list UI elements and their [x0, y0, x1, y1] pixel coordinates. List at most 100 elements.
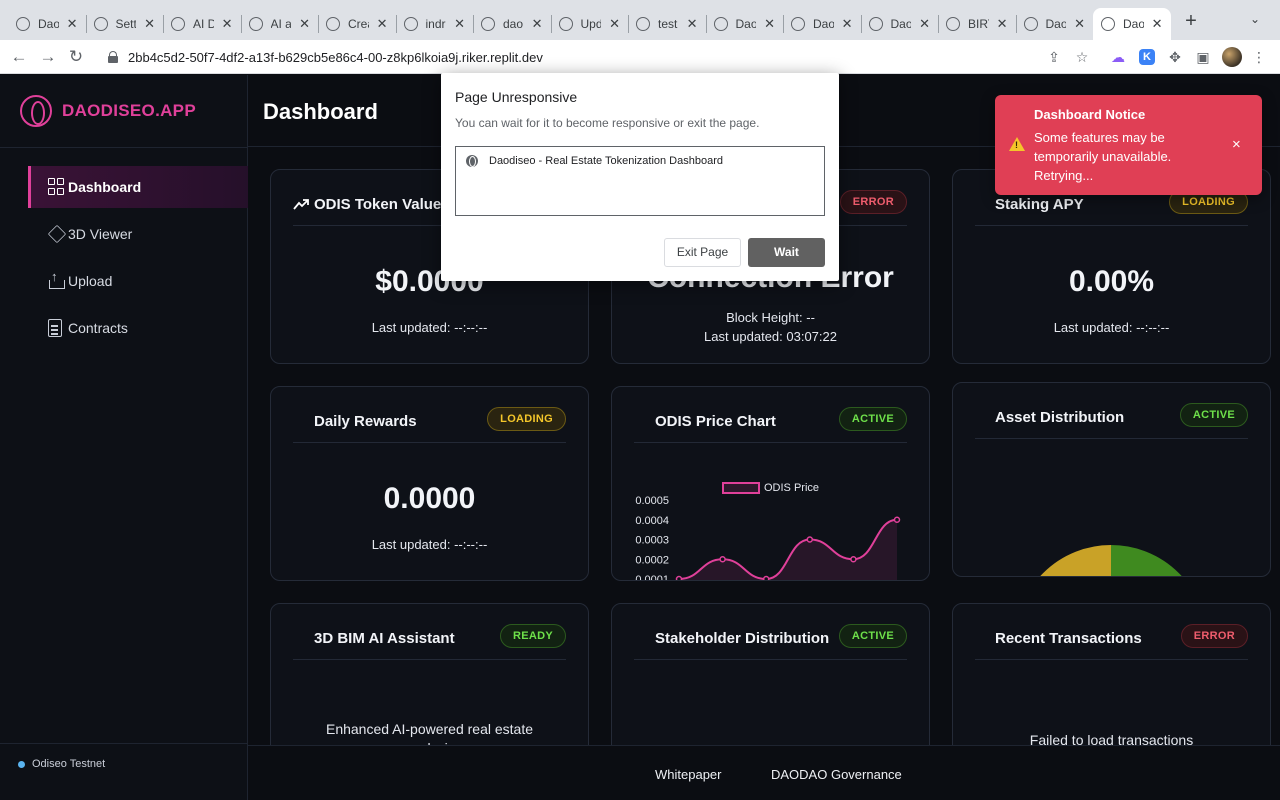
browser-tab[interactable]: dao ✕ [473, 8, 551, 40]
close-tab-icon[interactable]: ✕ [299, 16, 310, 32]
tab-title: Dao [1123, 17, 1144, 31]
warning-icon: ! [1009, 137, 1025, 151]
tab-separator [628, 15, 629, 33]
close-tab-icon[interactable]: ✕ [532, 16, 543, 32]
browser-tab[interactable]: Dao ✕ [706, 8, 784, 40]
browser-tab[interactable]: Upd ✕ [551, 8, 629, 40]
share-icon[interactable]: ⇪ [1045, 48, 1063, 66]
globe-icon [791, 17, 805, 31]
whitepaper-link[interactable]: Whitepaper [655, 767, 721, 782]
browser-tab[interactable]: Dao ✕ [783, 8, 861, 40]
tab-search-icon[interactable]: ⌄ [1250, 12, 1260, 26]
tab-title: Dao [890, 17, 912, 31]
close-icon[interactable]: × [1232, 136, 1241, 153]
governance-link[interactable]: DAODAO Governance [771, 767, 902, 782]
back-icon[interactable]: ← [8, 46, 30, 68]
data-point[interactable] [893, 516, 901, 523]
close-tab-icon[interactable]: ✕ [764, 16, 775, 32]
tab-title: Dao [38, 17, 59, 31]
close-tab-icon[interactable]: ✕ [454, 16, 465, 32]
exit-page-button[interactable]: Exit Page [664, 238, 741, 267]
forward-icon[interactable]: → [37, 46, 59, 68]
close-tab-icon[interactable]: ✕ [687, 16, 698, 32]
reload-icon[interactable]: ↻ [65, 46, 87, 68]
close-tab-icon[interactable]: ✕ [1074, 16, 1085, 32]
brand-name: DAODISEO.APP [62, 101, 196, 120]
browser-tab[interactable]: Crea ✕ [318, 8, 396, 40]
close-tab-icon[interactable]: ✕ [919, 16, 930, 32]
close-tab-icon[interactable]: ✕ [842, 16, 853, 32]
close-tab-icon[interactable]: ✕ [1152, 16, 1163, 32]
replit-icon [326, 17, 340, 31]
browser-tab[interactable]: Dao ✕ [1016, 8, 1094, 40]
dialog-message: You can wait for it to become responsive… [455, 116, 760, 130]
globe-icon [1023, 17, 1038, 31]
browser-tab[interactable]: Dao ✕ [1093, 8, 1171, 40]
github-icon [403, 17, 418, 31]
data-point[interactable] [806, 536, 814, 543]
address-bar: ← → ↻ 2bb4c5d2-50f7-4df2-a13f-b629cb5e86… [0, 40, 1280, 74]
close-tab-icon[interactable]: ✕ [609, 16, 620, 32]
browser-tab[interactable]: indr ✕ [396, 8, 474, 40]
data-point[interactable] [850, 556, 857, 563]
tab-separator [550, 15, 552, 33]
y-tick-label: 0.0001 [635, 574, 669, 581]
extension-cloud-icon[interactable]: ☁ [1109, 48, 1127, 66]
donut-slice[interactable] [1039, 545, 1112, 577]
tab-title: Upd [580, 17, 602, 31]
bookmark-star-icon[interactable]: ☆ [1073, 48, 1091, 66]
close-tab-icon[interactable]: ✕ [67, 16, 78, 32]
page-title: Dashboard [263, 99, 378, 124]
tab-title: test [658, 17, 678, 31]
dashboard-notice-toast: ! Dashboard Notice Some features may be … [995, 95, 1262, 195]
menu-kebab-icon[interactable]: ⋮ [1250, 48, 1268, 66]
browser-tab[interactable]: Dao ✕ [861, 8, 939, 40]
sidebar-item-contracts[interactable]: Contracts [28, 307, 248, 349]
close-tab-icon[interactable]: ✕ [377, 16, 388, 32]
tab-title: Setti [115, 17, 137, 31]
browser-tab[interactable]: AI D ✕ [163, 8, 241, 40]
extensions-puzzle-icon[interactable]: ✥ [1166, 48, 1184, 66]
profile-avatar[interactable] [1222, 47, 1242, 67]
side-panel-icon[interactable]: ▣ [1194, 48, 1212, 66]
sidebar-item-label: Contracts [68, 320, 128, 336]
browser-tab[interactable]: test ✕ [628, 8, 706, 40]
toast-message: Some features may be temporarily unavail… [1034, 130, 1172, 183]
data-point[interactable] [675, 575, 683, 582]
last-updated: Last updated: 03:07:22 [703, 329, 837, 344]
tab-separator [783, 15, 784, 33]
page-name: Daodiseo - Real Estate Tokenization Dash… [489, 155, 723, 167]
close-tab-icon[interactable]: ✕ [222, 16, 233, 32]
wait-button[interactable]: Wait [748, 238, 825, 267]
card-title: ODIS Token Value [314, 196, 442, 213]
sidebar-item-label: Dashboard [68, 179, 142, 195]
tab-title: AI D [193, 17, 214, 31]
donut-slice[interactable] [1110, 545, 1183, 577]
close-tab-icon[interactable]: ✕ [144, 16, 155, 32]
tab-separator [240, 15, 242, 33]
browser-tab[interactable]: BIRT ✕ [938, 8, 1016, 40]
browser-tab[interactable]: Dao ✕ [8, 8, 86, 40]
sidebar-item-dashboard[interactable]: Dashboard [28, 166, 248, 208]
extension-k-icon[interactable]: K [1139, 49, 1155, 65]
gear-icon [93, 17, 108, 31]
sidebar: DAODISEO.APP Dashboard 3D Viewer Upload … [0, 75, 248, 800]
card-title: Staking APY [995, 196, 1084, 213]
card-staking-apy: Staking APY LOADING 0.00% Last updated: … [952, 169, 1271, 364]
globe-icon [16, 17, 30, 31]
block-height: Block Height: -- [726, 310, 815, 325]
browser-tab[interactable]: AI ag ✕ [241, 8, 319, 40]
staking-apy-value: 0.00% [1068, 265, 1155, 298]
tab-separator [163, 15, 164, 33]
data-point[interactable] [719, 556, 726, 563]
url-bar[interactable]: 2bb4c5d2-50f7-4df2-a13f-b629cb5e86c4-00-… [100, 44, 1100, 70]
brand[interactable]: DAODISEO.APP [20, 95, 196, 127]
new-tab-button[interactable]: + [1180, 10, 1202, 32]
close-tab-icon[interactable]: ✕ [997, 16, 1008, 32]
sidebar-item-3d-viewer[interactable]: 3D Viewer [28, 213, 248, 255]
data-point[interactable] [762, 575, 770, 582]
browser-tab[interactable]: Setti ✕ [86, 8, 164, 40]
status-badge: ERROR [1180, 624, 1248, 648]
sidebar-item-upload[interactable]: Upload [28, 260, 248, 302]
card-header: Recent Transactions ERROR [975, 624, 1248, 660]
